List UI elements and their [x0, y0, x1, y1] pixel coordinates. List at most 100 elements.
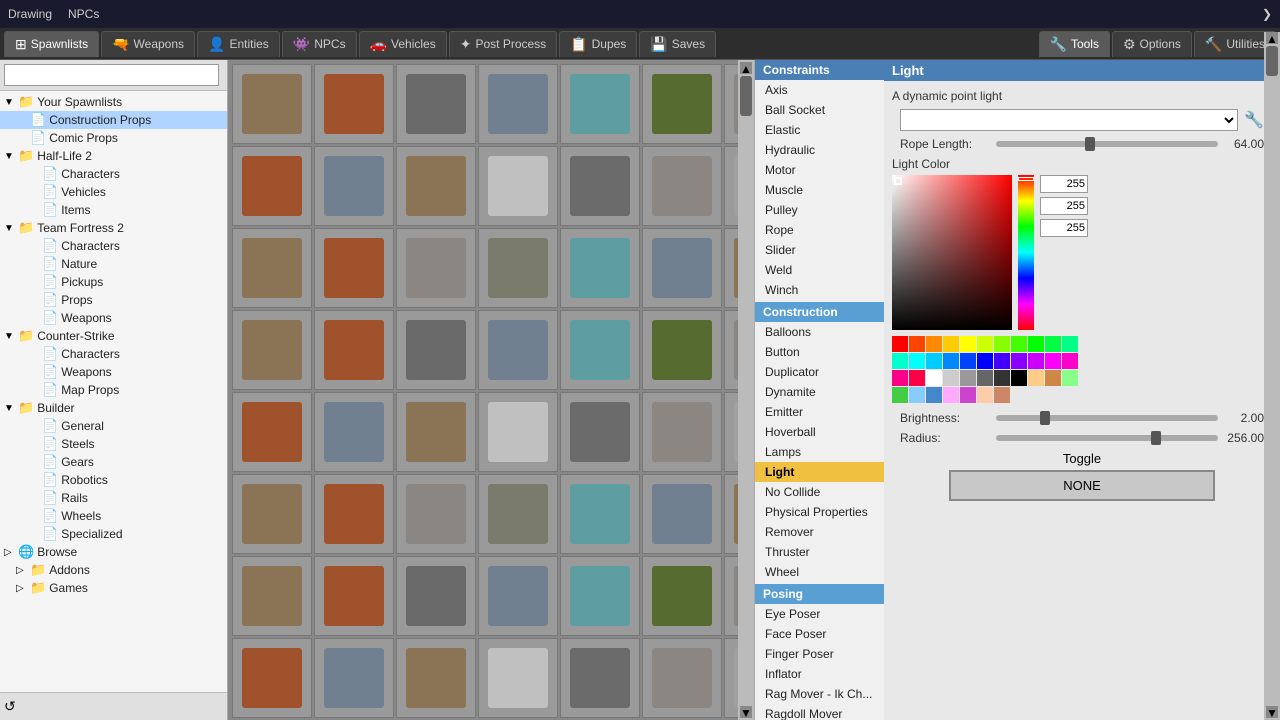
constraint-item-lamps[interactable]: Lamps	[755, 442, 884, 462]
grid-item[interactable]	[314, 228, 394, 308]
tree-item-cs-weapons[interactable]: 📄Weapons	[0, 363, 227, 381]
constraint-item-motor[interactable]: Motor	[755, 160, 884, 180]
constraint-item-muscle[interactable]: Muscle	[755, 180, 884, 200]
color-swatch[interactable]	[909, 387, 925, 403]
color-swatch[interactable]	[994, 387, 1010, 403]
tree-item-hl2-vehicles[interactable]: 📄Vehicles	[0, 183, 227, 201]
grid-item[interactable]	[396, 310, 476, 390]
constraint-item-winch[interactable]: Winch	[755, 280, 884, 300]
color-swatch[interactable]	[943, 370, 959, 386]
color-swatch[interactable]	[977, 387, 993, 403]
constraint-item-button[interactable]: Button	[755, 342, 884, 362]
g-input[interactable]	[1040, 197, 1088, 215]
grid-item[interactable]	[560, 310, 640, 390]
grid-item[interactable]	[478, 64, 558, 144]
grid-item[interactable]	[314, 556, 394, 636]
grid-item[interactable]	[396, 392, 476, 472]
constraint-item-hydraulic[interactable]: Hydraulic	[755, 140, 884, 160]
grid-item[interactable]	[478, 228, 558, 308]
tree-item-games[interactable]: ▷📁Games	[0, 579, 227, 597]
grid-item[interactable]	[478, 392, 558, 472]
grid-item[interactable]	[642, 474, 722, 554]
color-swatch[interactable]	[994, 336, 1010, 352]
grid-item[interactable]	[232, 638, 312, 718]
tab-entities[interactable]: 👤 Entities	[197, 31, 280, 57]
scroll-thumb[interactable]	[740, 76, 752, 116]
grid-item[interactable]	[232, 392, 312, 472]
color-swatch[interactable]	[926, 387, 942, 403]
tree-toggle[interactable]: ▼	[4, 97, 18, 108]
tab-dupes[interactable]: 📋 Dupes	[559, 31, 637, 57]
constraint-item-balloons[interactable]: Balloons	[755, 322, 884, 342]
grid-item[interactable]	[642, 64, 722, 144]
title-arrow[interactable]: ❯	[1262, 7, 1272, 21]
tree-toggle[interactable]: ▷	[16, 565, 30, 576]
color-swatch[interactable]	[926, 370, 942, 386]
wrench-icon[interactable]: 🔧	[1244, 110, 1264, 130]
color-swatch[interactable]	[1062, 370, 1078, 386]
tree-item-tf2-nature[interactable]: 📄Nature	[0, 255, 227, 273]
constraint-item-face-poser[interactable]: Face Poser	[755, 624, 884, 644]
tree-item-addons[interactable]: ▷📁Addons	[0, 561, 227, 579]
grid-item[interactable]	[642, 392, 722, 472]
tab-saves[interactable]: 💾 Saves	[639, 31, 716, 57]
constraint-item-elastic[interactable]: Elastic	[755, 120, 884, 140]
tree-toggle[interactable]: ▼	[4, 403, 18, 414]
tree-toggle[interactable]: ▷	[4, 547, 18, 558]
tree-item-tf2-pickups[interactable]: 📄Pickups	[0, 273, 227, 291]
tab-weapons[interactable]: 🔫 Weapons	[101, 31, 195, 57]
tree-item-hl2-characters[interactable]: 📄Characters	[0, 165, 227, 183]
grid-item[interactable]	[642, 228, 722, 308]
constraint-item-pulley[interactable]: Pulley	[755, 200, 884, 220]
tab-postprocess[interactable]: ✦ Post Process	[449, 31, 557, 57]
color-swatch[interactable]	[1045, 370, 1061, 386]
title-drawing[interactable]: Drawing	[8, 7, 52, 21]
grid-item[interactable]	[560, 228, 640, 308]
radius-slider[interactable]	[996, 435, 1218, 441]
grid-item[interactable]	[396, 474, 476, 554]
constraint-item-wheel[interactable]: Wheel	[755, 562, 884, 582]
tree-item-spawnlists[interactable]: ▼📁Your Spawnlists	[0, 93, 227, 111]
search-input[interactable]	[4, 64, 219, 86]
tab-spawnlists[interactable]: ⊞ Spawnlists	[4, 31, 99, 57]
color-swatch[interactable]	[1062, 353, 1078, 369]
color-swatch[interactable]	[926, 336, 942, 352]
constraint-item-emitter[interactable]: Emitter	[755, 402, 884, 422]
grid-item[interactable]	[232, 556, 312, 636]
tab-npcs[interactable]: 👾 NPCs	[282, 31, 357, 57]
grid-item[interactable]	[396, 556, 476, 636]
color-swatch[interactable]	[892, 353, 908, 369]
tree-item-builder-specialized[interactable]: 📄Specialized	[0, 525, 227, 543]
tree-item-construction-props[interactable]: 📄Construction Props	[0, 111, 227, 129]
grid-item[interactable]	[560, 474, 640, 554]
constraint-item-light[interactable]: Light	[755, 462, 884, 482]
color-swatch[interactable]	[994, 370, 1010, 386]
scroll-down-arrow[interactable]: ▼	[740, 706, 752, 718]
tree-toggle[interactable]: ▼	[4, 151, 18, 162]
tree-item-builder-general[interactable]: 📄General	[0, 417, 227, 435]
tree-item-cs-characters[interactable]: 📄Characters	[0, 345, 227, 363]
constraint-item-duplicator[interactable]: Duplicator	[755, 362, 884, 382]
color-swatch[interactable]	[943, 387, 959, 403]
rope-length-slider[interactable]	[996, 141, 1218, 147]
grid-item[interactable]	[642, 146, 722, 226]
grid-item[interactable]	[232, 310, 312, 390]
brightness-slider[interactable]	[996, 415, 1218, 421]
constraint-item-no-collide[interactable]: No Collide	[755, 482, 884, 502]
grid-item[interactable]	[232, 228, 312, 308]
color-swatch[interactable]	[960, 387, 976, 403]
grid-item[interactable]	[396, 64, 476, 144]
tree-item-team-fortress-2[interactable]: ▼📁Team Fortress 2	[0, 219, 227, 237]
grid-item[interactable]	[478, 638, 558, 718]
grid-item[interactable]	[560, 64, 640, 144]
none-button[interactable]: NONE	[949, 470, 1215, 501]
color-swatch[interactable]	[943, 336, 959, 352]
scroll-up-arrow[interactable]: ▲	[740, 62, 752, 74]
title-npcs[interactable]: NPCs	[68, 7, 99, 21]
properties-scrollbar[interactable]: ▲ ▼	[1264, 60, 1280, 720]
color-swatch[interactable]	[1028, 353, 1044, 369]
tree-item-tf2-characters[interactable]: 📄Characters	[0, 237, 227, 255]
color-swatch[interactable]	[977, 353, 993, 369]
grid-item[interactable]	[478, 474, 558, 554]
tree-toggle[interactable]: ▼	[4, 223, 18, 234]
